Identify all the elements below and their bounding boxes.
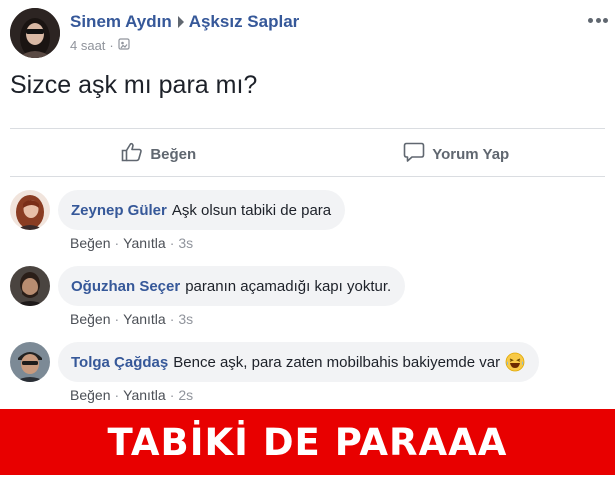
- post-header: Sinem Aydın Aşksız Saplar 4 saat ·: [10, 8, 610, 60]
- post-text: Sizce aşk mı para mı?: [10, 71, 258, 99]
- comment-reply-link[interactable]: Yanıtla: [123, 235, 166, 251]
- comment-item: Tolga Çağdaş Bence aşk, para zaten mobil…: [10, 342, 610, 412]
- comment-text: Aşk olsun tabiki de para: [171, 201, 332, 219]
- commenter-name[interactable]: Zeynep Güler: [71, 202, 167, 219]
- caption-banner: TABİKİ DE PARAAA: [0, 409, 615, 475]
- post-meta: 4 saat ·: [70, 38, 130, 53]
- comment-reply-link[interactable]: Yanıtla: [123, 311, 166, 327]
- comment-actions: Beğen · Yanıtla · 3s: [70, 235, 193, 251]
- banner-text: TABİKİ DE PARAAA: [107, 420, 508, 464]
- author-name[interactable]: Sinem Aydın: [70, 12, 172, 31]
- comment-like-link[interactable]: Beğen: [70, 235, 110, 251]
- laughing-emoji-icon: [505, 352, 525, 372]
- author-line: Sinem Aydın Aşksız Saplar: [70, 12, 299, 32]
- more-icon[interactable]: [588, 12, 608, 28]
- comment-time[interactable]: 3s: [178, 311, 193, 327]
- like-label: Beğen: [150, 145, 197, 163]
- comment-time[interactable]: 3s: [178, 235, 193, 251]
- comment-text: paranın açamadığı kapı yoktur.: [185, 277, 392, 295]
- divider: [10, 176, 605, 177]
- comment-like-link[interactable]: Beğen: [70, 311, 110, 327]
- comment-icon: [403, 142, 425, 167]
- commenter-avatar[interactable]: [10, 342, 50, 382]
- dot-separator: ·: [169, 235, 175, 251]
- dot-separator: ·: [114, 235, 120, 251]
- caret-right-icon: [177, 16, 184, 29]
- commenter-name[interactable]: Tolga Çağdaş: [71, 354, 168, 371]
- comment-button[interactable]: Yorum Yap: [308, 132, 606, 176]
- post-time[interactable]: 4 saat: [70, 38, 105, 53]
- comment-item: Zeynep Güler Aşk olsun tabiki de para Be…: [10, 190, 610, 260]
- comment-text: Bence aşk, para zaten mobilbahis bakiyem…: [173, 353, 501, 371]
- group-name[interactable]: Aşksız Saplar: [189, 12, 300, 31]
- comment-item: Oğuzhan Seçer paranın açamadığı kapı yok…: [10, 266, 610, 336]
- comment-time[interactable]: 2s: [178, 387, 193, 403]
- like-button[interactable]: Beğen: [10, 132, 308, 176]
- author-avatar[interactable]: [10, 8, 60, 58]
- like-icon: [121, 142, 143, 166]
- commenter-avatar[interactable]: [10, 190, 50, 230]
- comment-actions: Beğen · Yanıtla · 2s: [70, 387, 193, 403]
- dot-separator: ·: [114, 387, 120, 403]
- comment-bubble: Zeynep Güler Aşk olsun tabiki de para: [58, 190, 346, 230]
- comment-bubble: Tolga Çağdaş Bence aşk, para zaten mobil…: [58, 342, 540, 382]
- meta-separator: ·: [109, 38, 114, 53]
- dot-separator: ·: [169, 311, 175, 327]
- comment-like-link[interactable]: Beğen: [70, 387, 110, 403]
- bottom-strip: [0, 475, 615, 486]
- divider: [10, 128, 605, 129]
- commenter-avatar[interactable]: [10, 266, 50, 306]
- comment-actions: Beğen · Yanıtla · 3s: [70, 311, 193, 327]
- comment-bubble: Oğuzhan Seçer paranın açamadığı kapı yok…: [58, 266, 406, 306]
- dot-separator: ·: [169, 387, 175, 403]
- comment-reply-link[interactable]: Yanıtla: [123, 387, 166, 403]
- comment-label: Yorum Yap: [432, 145, 510, 163]
- commenter-name[interactable]: Oğuzhan Seçer: [71, 278, 180, 295]
- post-actions: Beğen Yorum Yap: [10, 132, 605, 176]
- dot-separator: ·: [114, 311, 120, 327]
- globe-icon: [118, 38, 130, 53]
